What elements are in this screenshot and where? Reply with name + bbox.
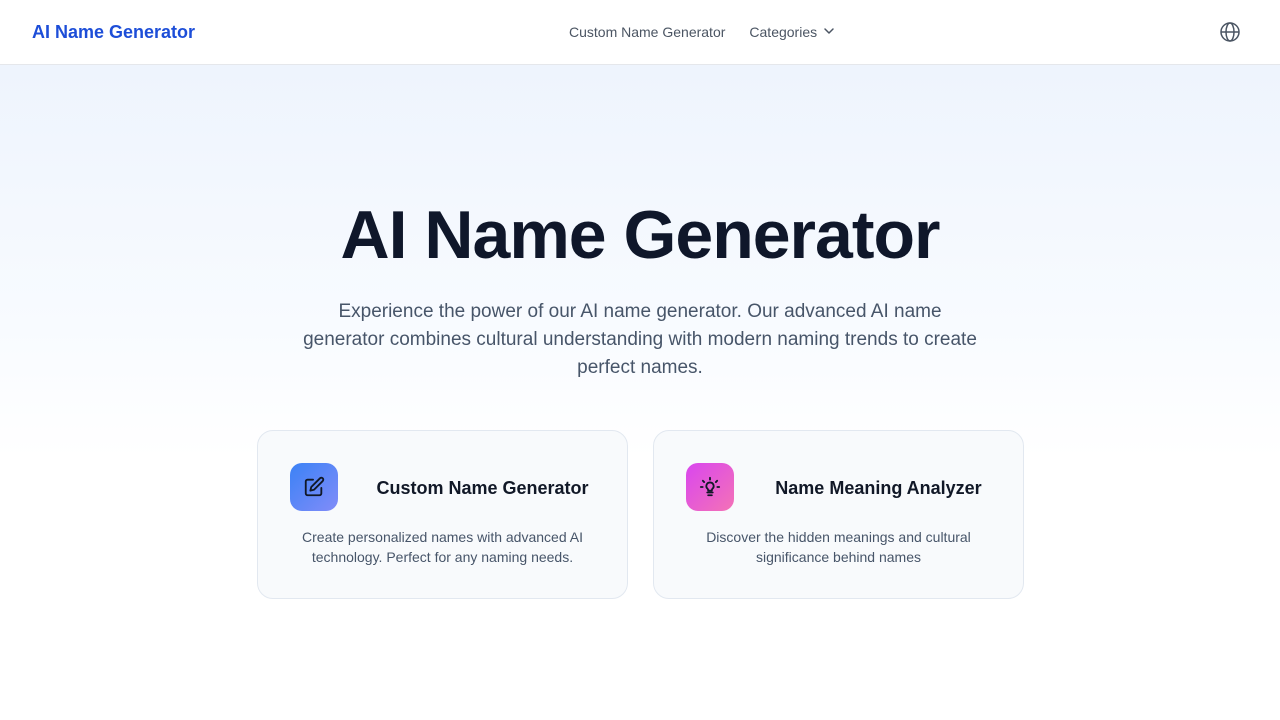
chevron-down-icon (823, 21, 835, 43)
edit-icon (290, 463, 338, 511)
card-custom-name-generator[interactable]: Custom Name Generator Create personalize… (257, 430, 628, 599)
lightbulb-icon (686, 463, 734, 511)
brand-logo-link[interactable]: AI Name Generator (32, 20, 195, 44)
card-title: Custom Name Generator (376, 478, 589, 498)
card-description: Discover the hidden meanings and cultura… (706, 529, 971, 565)
hero-subtitle: Experience the power of our AI name gene… (303, 301, 977, 378)
nav-categories-label: Categories (749, 24, 818, 40)
card-name-meaning-analyzer[interactable]: Name Meaning Analyzer Discover the hidde… (653, 430, 1024, 599)
card-description: Create personalized names with advanced … (302, 529, 583, 565)
card-title: Name Meaning Analyzer (775, 478, 982, 498)
nav-custom-name-generator[interactable]: Custom Name Generator (569, 21, 725, 43)
main-nav: Custom Name Generator Categories (569, 21, 835, 43)
hero-section: AI Name Generator Experience the power o… (0, 65, 1280, 720)
globe-icon[interactable] (1218, 20, 1242, 44)
nav-categories-dropdown[interactable]: Categories (749, 21, 835, 43)
top-navbar: AI Name Generator Custom Name Generator … (0, 0, 1280, 65)
hero-title: AI Name Generator (340, 197, 941, 273)
